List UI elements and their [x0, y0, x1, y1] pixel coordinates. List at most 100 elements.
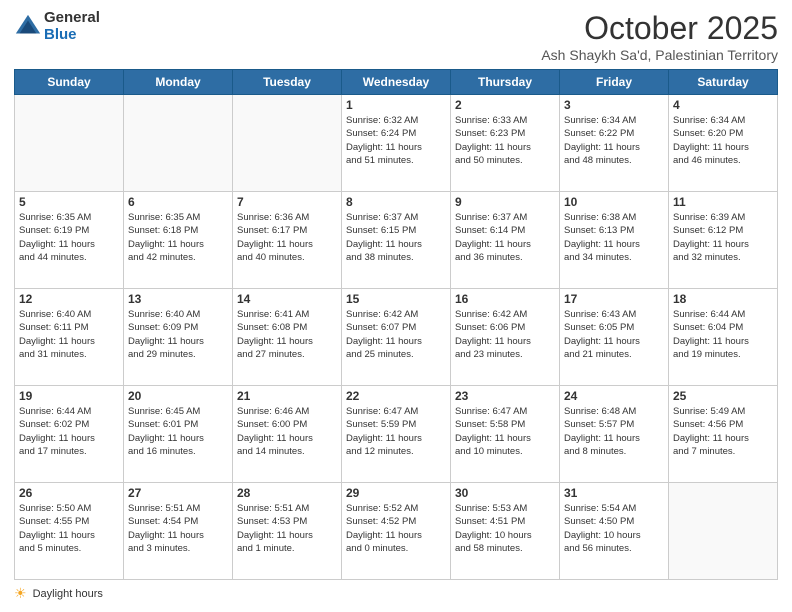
day-info: Sunrise: 6:40 AM Sunset: 6:11 PM Dayligh…	[19, 308, 119, 361]
calendar-cell: 24 Sunrise: 6:48 AM Sunset: 5:57 PM Dayli…	[560, 386, 669, 483]
day-info: Sunrise: 6:43 AM Sunset: 6:05 PM Dayligh…	[564, 308, 664, 361]
calendar-cell: 5Sunrise: 6:35 AM Sunset: 6:19 PM Daylig…	[15, 192, 124, 289]
calendar-cell: 26Sunrise: 5:50 AM Sunset: 4:55 PM Dayli…	[15, 483, 124, 580]
calendar-cell: 25 Sunrise: 5:49 AM Sunset: 4:56 PM Dayli…	[669, 386, 778, 483]
day-number: 3	[564, 98, 664, 112]
calendar-cell: 20 Sunrise: 6:45 AM Sunset: 6:01 PM Dayli…	[124, 386, 233, 483]
calendar-day-header: Thursday	[451, 70, 560, 95]
calendar-cell: 31Sunrise: 5:54 AM Sunset: 4:50 PM Dayli…	[560, 483, 669, 580]
day-info: Sunrise: 6:35 AM Sunset: 6:19 PM Dayligh…	[19, 211, 119, 264]
calendar-cell: 16 Sunrise: 6:42 AM Sunset: 6:06 PM Dayli…	[451, 289, 560, 386]
title-block: October 2025 Ash Shaykh Sa'd, Palestinia…	[541, 10, 778, 63]
day-number: 7	[237, 195, 337, 209]
day-number: 1	[346, 98, 446, 112]
day-info: Sunrise: 6:44 AM Sunset: 6:04 PM Dayligh…	[673, 308, 773, 361]
calendar-cell: 30 Sunrise: 5:53 AM Sunset: 4:51 PM Dayli…	[451, 483, 560, 580]
day-number: 31	[564, 486, 664, 500]
logo-text: General Blue	[44, 10, 100, 43]
day-number: 9	[455, 195, 555, 209]
day-number: 28	[237, 486, 337, 500]
calendar-cell: 1Sunrise: 6:32 AM Sunset: 6:24 PM Daylig…	[342, 95, 451, 192]
day-number: 22	[346, 389, 446, 403]
subtitle: Ash Shaykh Sa'd, Palestinian Territory	[541, 47, 778, 63]
day-number: 24	[564, 389, 664, 403]
calendar-week-row: 26Sunrise: 5:50 AM Sunset: 4:55 PM Dayli…	[15, 483, 778, 580]
day-number: 11	[673, 195, 773, 209]
day-number: 30	[455, 486, 555, 500]
page: General Blue October 2025 Ash Shaykh Sa'…	[0, 0, 792, 612]
day-info: Sunrise: 6:35 AM Sunset: 6:18 PM Dayligh…	[128, 211, 228, 264]
day-info: Sunrise: 6:39 AM Sunset: 6:12 PM Dayligh…	[673, 211, 773, 264]
calendar-cell: 13Sunrise: 6:40 AM Sunset: 6:09 PM Dayli…	[124, 289, 233, 386]
day-number: 17	[564, 292, 664, 306]
day-info: Sunrise: 6:48 AM Sunset: 5:57 PM Dayligh…	[564, 405, 664, 458]
calendar-cell: 6Sunrise: 6:35 AM Sunset: 6:18 PM Daylig…	[124, 192, 233, 289]
calendar-day-header: Wednesday	[342, 70, 451, 95]
day-info: Sunrise: 6:38 AM Sunset: 6:13 PM Dayligh…	[564, 211, 664, 264]
calendar-week-row: 19 Sunrise: 6:44 AM Sunset: 6:02 PM Dayli…	[15, 386, 778, 483]
calendar-cell: 19 Sunrise: 6:44 AM Sunset: 6:02 PM Dayli…	[15, 386, 124, 483]
day-info: Sunrise: 6:37 AM Sunset: 6:15 PM Dayligh…	[346, 211, 446, 264]
day-number: 25	[673, 389, 773, 403]
calendar-cell: 29Sunrise: 5:52 AM Sunset: 4:52 PM Dayli…	[342, 483, 451, 580]
calendar-cell: 11 Sunrise: 6:39 AM Sunset: 6:12 PM Dayli…	[669, 192, 778, 289]
calendar-cell: 14Sunrise: 6:41 AM Sunset: 6:08 PM Dayli…	[233, 289, 342, 386]
day-info: Sunrise: 6:45 AM Sunset: 6:01 PM Dayligh…	[128, 405, 228, 458]
day-number: 10	[564, 195, 664, 209]
day-info: Sunrise: 6:40 AM Sunset: 6:09 PM Dayligh…	[128, 308, 228, 361]
day-info: Sunrise: 6:33 AM Sunset: 6:23 PM Dayligh…	[455, 114, 555, 167]
day-number: 4	[673, 98, 773, 112]
day-info: Sunrise: 5:51 AM Sunset: 4:54 PM Dayligh…	[128, 502, 228, 555]
calendar-cell: 9 Sunrise: 6:37 AM Sunset: 6:14 PM Daylig…	[451, 192, 560, 289]
calendar-cell: 3 Sunrise: 6:34 AM Sunset: 6:22 PM Daylig…	[560, 95, 669, 192]
day-info: Sunrise: 6:41 AM Sunset: 6:08 PM Dayligh…	[237, 308, 337, 361]
day-info: Sunrise: 6:36 AM Sunset: 6:17 PM Dayligh…	[237, 211, 337, 264]
day-number: 15	[346, 292, 446, 306]
calendar-cell	[124, 95, 233, 192]
day-number: 16	[455, 292, 555, 306]
calendar-week-row: 1Sunrise: 6:32 AM Sunset: 6:24 PM Daylig…	[15, 95, 778, 192]
calendar-week-row: 12 Sunrise: 6:40 AM Sunset: 6:11 PM Dayli…	[15, 289, 778, 386]
day-info: Sunrise: 6:37 AM Sunset: 6:14 PM Dayligh…	[455, 211, 555, 264]
day-info: Sunrise: 6:42 AM Sunset: 6:06 PM Dayligh…	[455, 308, 555, 361]
logo-general-text: General	[44, 10, 100, 27]
day-number: 23	[455, 389, 555, 403]
sun-icon: ☀	[14, 585, 27, 602]
calendar-day-header: Friday	[560, 70, 669, 95]
calendar-body: 1Sunrise: 6:32 AM Sunset: 6:24 PM Daylig…	[15, 95, 778, 580]
day-number: 26	[19, 486, 119, 500]
day-info: Sunrise: 5:53 AM Sunset: 4:51 PM Dayligh…	[455, 502, 555, 555]
calendar-day-header: Monday	[124, 70, 233, 95]
day-info: Sunrise: 6:44 AM Sunset: 6:02 PM Dayligh…	[19, 405, 119, 458]
header: General Blue October 2025 Ash Shaykh Sa'…	[14, 10, 778, 63]
day-info: Sunrise: 6:42 AM Sunset: 6:07 PM Dayligh…	[346, 308, 446, 361]
day-number: 2	[455, 98, 555, 112]
header-row: SundayMondayTuesdayWednesdayThursdayFrid…	[15, 70, 778, 95]
month-title: October 2025	[541, 10, 778, 47]
day-number: 18	[673, 292, 773, 306]
footer-note: ☀ Daylight hours	[14, 585, 778, 602]
day-number: 12	[19, 292, 119, 306]
day-number: 29	[346, 486, 446, 500]
logo-icon	[14, 13, 42, 41]
logo-blue-text: Blue	[44, 27, 100, 44]
calendar-cell: 2 Sunrise: 6:33 AM Sunset: 6:23 PM Daylig…	[451, 95, 560, 192]
calendar-table: SundayMondayTuesdayWednesdayThursdayFrid…	[14, 69, 778, 580]
day-number: 27	[128, 486, 228, 500]
day-number: 20	[128, 389, 228, 403]
day-info: Sunrise: 6:46 AM Sunset: 6:00 PM Dayligh…	[237, 405, 337, 458]
calendar-cell: 28 Sunrise: 5:51 AM Sunset: 4:53 PM Dayli…	[233, 483, 342, 580]
day-info: Sunrise: 6:47 AM Sunset: 5:58 PM Dayligh…	[455, 405, 555, 458]
day-number: 19	[19, 389, 119, 403]
calendar-cell: 21Sunrise: 6:46 AM Sunset: 6:00 PM Dayli…	[233, 386, 342, 483]
day-info: Sunrise: 6:34 AM Sunset: 6:22 PM Dayligh…	[564, 114, 664, 167]
day-info: Sunrise: 5:49 AM Sunset: 4:56 PM Dayligh…	[673, 405, 773, 458]
day-info: Sunrise: 5:51 AM Sunset: 4:53 PM Dayligh…	[237, 502, 337, 555]
calendar-cell: 17 Sunrise: 6:43 AM Sunset: 6:05 PM Dayli…	[560, 289, 669, 386]
calendar-day-header: Saturday	[669, 70, 778, 95]
day-info: Sunrise: 6:47 AM Sunset: 5:59 PM Dayligh…	[346, 405, 446, 458]
calendar-cell: 18 Sunrise: 6:44 AM Sunset: 6:04 PM Dayli…	[669, 289, 778, 386]
calendar-week-row: 5Sunrise: 6:35 AM Sunset: 6:19 PM Daylig…	[15, 192, 778, 289]
calendar-header: SundayMondayTuesdayWednesdayThursdayFrid…	[15, 70, 778, 95]
calendar-cell: 23 Sunrise: 6:47 AM Sunset: 5:58 PM Dayli…	[451, 386, 560, 483]
